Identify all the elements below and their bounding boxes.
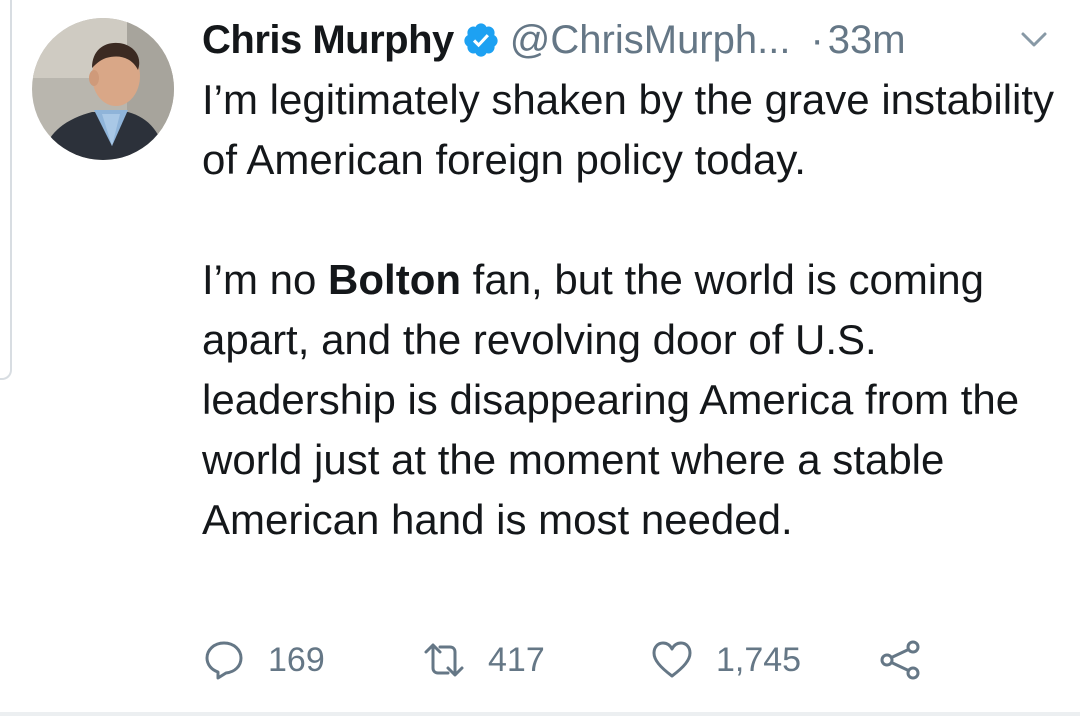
highlighted-term: Bolton — [328, 256, 461, 303]
divider — [0, 712, 1080, 716]
share-icon — [878, 638, 922, 682]
chevron-down-icon[interactable] — [1018, 28, 1050, 52]
timestamp[interactable]: 33m — [828, 18, 906, 63]
display-name[interactable]: Chris Murphy — [202, 18, 454, 63]
share-button[interactable] — [878, 630, 922, 690]
like-button[interactable]: 1,745 — [650, 630, 801, 690]
tweet: Chris Murphy @ChrisMurph... · 33m I’m le… — [0, 0, 1080, 716]
tweet-header: Chris Murphy @ChrisMurph... · 33m — [202, 14, 906, 66]
tweet-paragraph-2: I’m no Bolton fan, but the world is comi… — [202, 250, 1062, 550]
separator-dot: · — [810, 17, 824, 62]
retweet-count: 417 — [488, 640, 545, 679]
like-count: 1,745 — [716, 640, 802, 679]
reply-count: 169 — [268, 640, 325, 679]
action-bar: 169 417 1,745 — [202, 630, 1062, 690]
tweet-paragraph-1: I’m legitimately shaken by the grave ins… — [202, 76, 1055, 183]
retweet-button[interactable]: 417 — [422, 630, 545, 690]
avatar[interactable] — [32, 18, 174, 160]
handle[interactable]: @ChrisMurph... — [510, 18, 791, 63]
tweet-text-segment: I’m no — [202, 256, 329, 303]
reply-icon — [202, 638, 246, 682]
like-icon — [650, 638, 694, 682]
retweet-icon — [422, 638, 466, 682]
reply-button[interactable]: 169 — [202, 630, 325, 690]
verified-badge-icon — [462, 21, 500, 59]
thread-edge — [0, 0, 12, 380]
tweet-text: I’m legitimately shaken by the grave ins… — [202, 70, 1062, 550]
